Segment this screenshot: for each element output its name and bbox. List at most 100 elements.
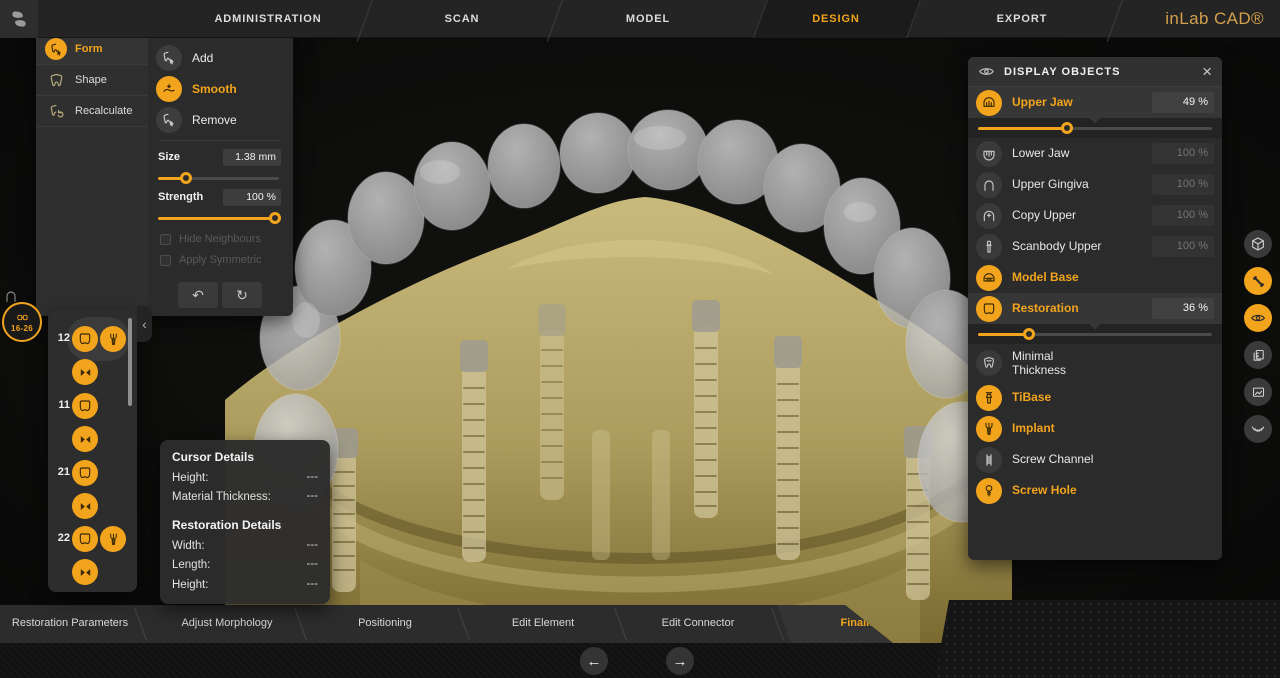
tooth-number: 21	[52, 466, 70, 478]
strength-slider[interactable]	[158, 217, 279, 220]
display-item-scanbody-upper[interactable]: Scanbody Upper 100 %	[968, 231, 1222, 262]
display-item-minimal-thickness[interactable]: Minimal Thickness	[968, 344, 1222, 382]
screw-channel-icon	[976, 447, 1002, 473]
opacity-value[interactable]: 49 %	[1152, 92, 1214, 113]
tooth-11-crown-button[interactable]	[72, 393, 98, 419]
shape-tooth-icon	[45, 69, 67, 91]
tooth-22-crown-button[interactable]	[72, 526, 98, 552]
display-item-label: Lower Jaw	[1012, 146, 1069, 160]
remove-tooth-icon	[156, 107, 182, 133]
tab-administration[interactable]: ADMINISTRATION	[168, 0, 368, 38]
display-objects-header[interactable]: DISPLAY OBJECTS ×	[968, 57, 1222, 87]
workflow-bar: Restoration Parameters Adjust Morphology…	[0, 605, 950, 643]
form-mode-label: Smooth	[192, 82, 237, 96]
workflow-step-adjust-morphology[interactable]: Adjust Morphology	[162, 605, 292, 643]
slider-knob[interactable]	[1061, 122, 1073, 134]
previous-step-button[interactable]: ←	[580, 647, 608, 675]
tab-model[interactable]: MODEL	[548, 0, 748, 38]
connector-11-21-button[interactable]	[72, 426, 98, 452]
bone-tool-icon	[1251, 274, 1266, 289]
form-mode-remove[interactable]: Remove	[156, 106, 237, 134]
detail-value: ---	[307, 490, 319, 502]
tooth-12-crown-button[interactable]	[72, 326, 98, 352]
redo-button[interactable]: ↻	[222, 282, 262, 308]
close-icon[interactable]: ×	[1202, 63, 1212, 80]
tooth-bar-collapse-handle[interactable]: ‹	[137, 306, 152, 342]
connector-22-23-button[interactable]	[72, 559, 98, 585]
form-mode-smooth[interactable]: Smooth	[156, 75, 237, 103]
form-tooth-icon	[45, 38, 67, 60]
connector-12-11-button[interactable]	[72, 359, 98, 385]
tooth-22-implant-button[interactable]	[100, 526, 126, 552]
slider-knob[interactable]	[1023, 328, 1035, 340]
tab-design[interactable]: DESIGN	[736, 0, 936, 38]
documents-button[interactable]	[1244, 341, 1272, 369]
tool-category-recalculate[interactable]: Recalculate	[36, 96, 148, 127]
detail-value: ---	[307, 471, 319, 483]
top-navigation-bar: ADMINISTRATION SCAN MODEL DESIGN EXPORT …	[0, 0, 1280, 38]
connector-21-22-button[interactable]	[72, 493, 98, 519]
strength-label: Strength	[158, 191, 203, 203]
tooth-number: 12	[52, 332, 70, 344]
display-item-lower-jaw[interactable]: Lower Jaw 100 %	[968, 138, 1222, 169]
tab-scan[interactable]: SCAN	[362, 0, 562, 38]
display-item-tibase[interactable]: TiBase	[968, 382, 1222, 413]
display-item-label: Implant	[1012, 421, 1055, 435]
tibase-icon	[976, 385, 1002, 411]
detail-label: Height:	[172, 471, 208, 485]
size-slider[interactable]	[158, 177, 279, 180]
restoration-range-badge[interactable]: 16-26	[2, 302, 42, 342]
workflow-step-edit-connector[interactable]: Edit Connector	[633, 605, 763, 643]
hide-neighbours-checkbox[interactable]: Hide Neighbours	[160, 233, 261, 245]
view-options-button[interactable]	[1244, 230, 1272, 258]
restoration-opacity-slider[interactable]	[968, 324, 1222, 344]
snapshot-button[interactable]	[1244, 378, 1272, 406]
display-item-model-base[interactable]: Model Base	[968, 262, 1222, 293]
tool-category-label: Form	[75, 43, 103, 55]
detail-row: Length:---	[172, 558, 318, 572]
tool-category-shape[interactable]: Shape	[36, 65, 148, 96]
display-item-screw-channel[interactable]: Screw Channel	[968, 444, 1222, 475]
workflow-step-edit-element[interactable]: Edit Element	[478, 605, 608, 643]
tooth-number: 22	[52, 532, 70, 544]
strength-value[interactable]: 100 %	[223, 189, 281, 206]
opacity-value[interactable]: 36 %	[1152, 298, 1214, 319]
model-base-icon	[976, 265, 1002, 291]
eye-icon	[978, 63, 995, 80]
apply-symmetric-checkbox[interactable]: Apply Symmetric	[160, 254, 262, 266]
size-label: Size	[158, 151, 180, 163]
opacity-value: 100 %	[1152, 174, 1214, 195]
tooth-12-implant-button[interactable]	[100, 326, 126, 352]
workflow-step-restoration-parameters[interactable]: Restoration Parameters	[5, 605, 135, 643]
tab-export[interactable]: EXPORT	[922, 0, 1122, 38]
tool-category-form[interactable]: Form	[36, 34, 148, 65]
strength-slider-fill	[158, 217, 275, 220]
display-objects-button[interactable]	[1244, 304, 1272, 332]
workflow-step-positioning[interactable]: Positioning	[320, 605, 450, 643]
tool-category-list: Form Shape Recalculate	[36, 34, 148, 316]
cursor-details-title: Cursor Details	[172, 450, 318, 464]
display-item-implant[interactable]: Implant	[968, 413, 1222, 444]
checkbox-icon	[160, 234, 171, 245]
strength-slider-knob[interactable]	[269, 212, 281, 224]
undo-button[interactable]: ↶	[178, 282, 218, 308]
tooth-21-crown-button[interactable]	[72, 460, 98, 486]
chevron-left-icon: ‹	[142, 316, 147, 332]
implant-icon	[976, 416, 1002, 442]
display-item-label: Minimal Thickness	[1012, 349, 1102, 378]
next-step-button[interactable]: →	[666, 647, 694, 675]
form-mode-add[interactable]: Add	[156, 44, 213, 72]
dentsply-sirona-logo[interactable]	[0, 0, 38, 38]
display-item-copy-upper[interactable]: Copy Upper 100 %	[968, 200, 1222, 231]
tools-button[interactable]	[1244, 267, 1272, 295]
bottom-right-texture	[935, 600, 1280, 678]
display-item-upper-gingiva[interactable]: Upper Gingiva 100 %	[968, 169, 1222, 200]
display-item-screw-hole[interactable]: Screw Hole	[968, 475, 1222, 506]
jaw-view-button[interactable]	[1244, 415, 1272, 443]
size-slider-knob[interactable]	[180, 172, 192, 184]
size-value[interactable]: 1.38 mm	[223, 149, 281, 166]
upper-jaw-opacity-slider[interactable]	[968, 118, 1222, 138]
documents-icon	[1251, 348, 1266, 363]
tooth-bar-scrollbar[interactable]	[128, 318, 132, 406]
tool-category-label: Recalculate	[75, 105, 132, 117]
